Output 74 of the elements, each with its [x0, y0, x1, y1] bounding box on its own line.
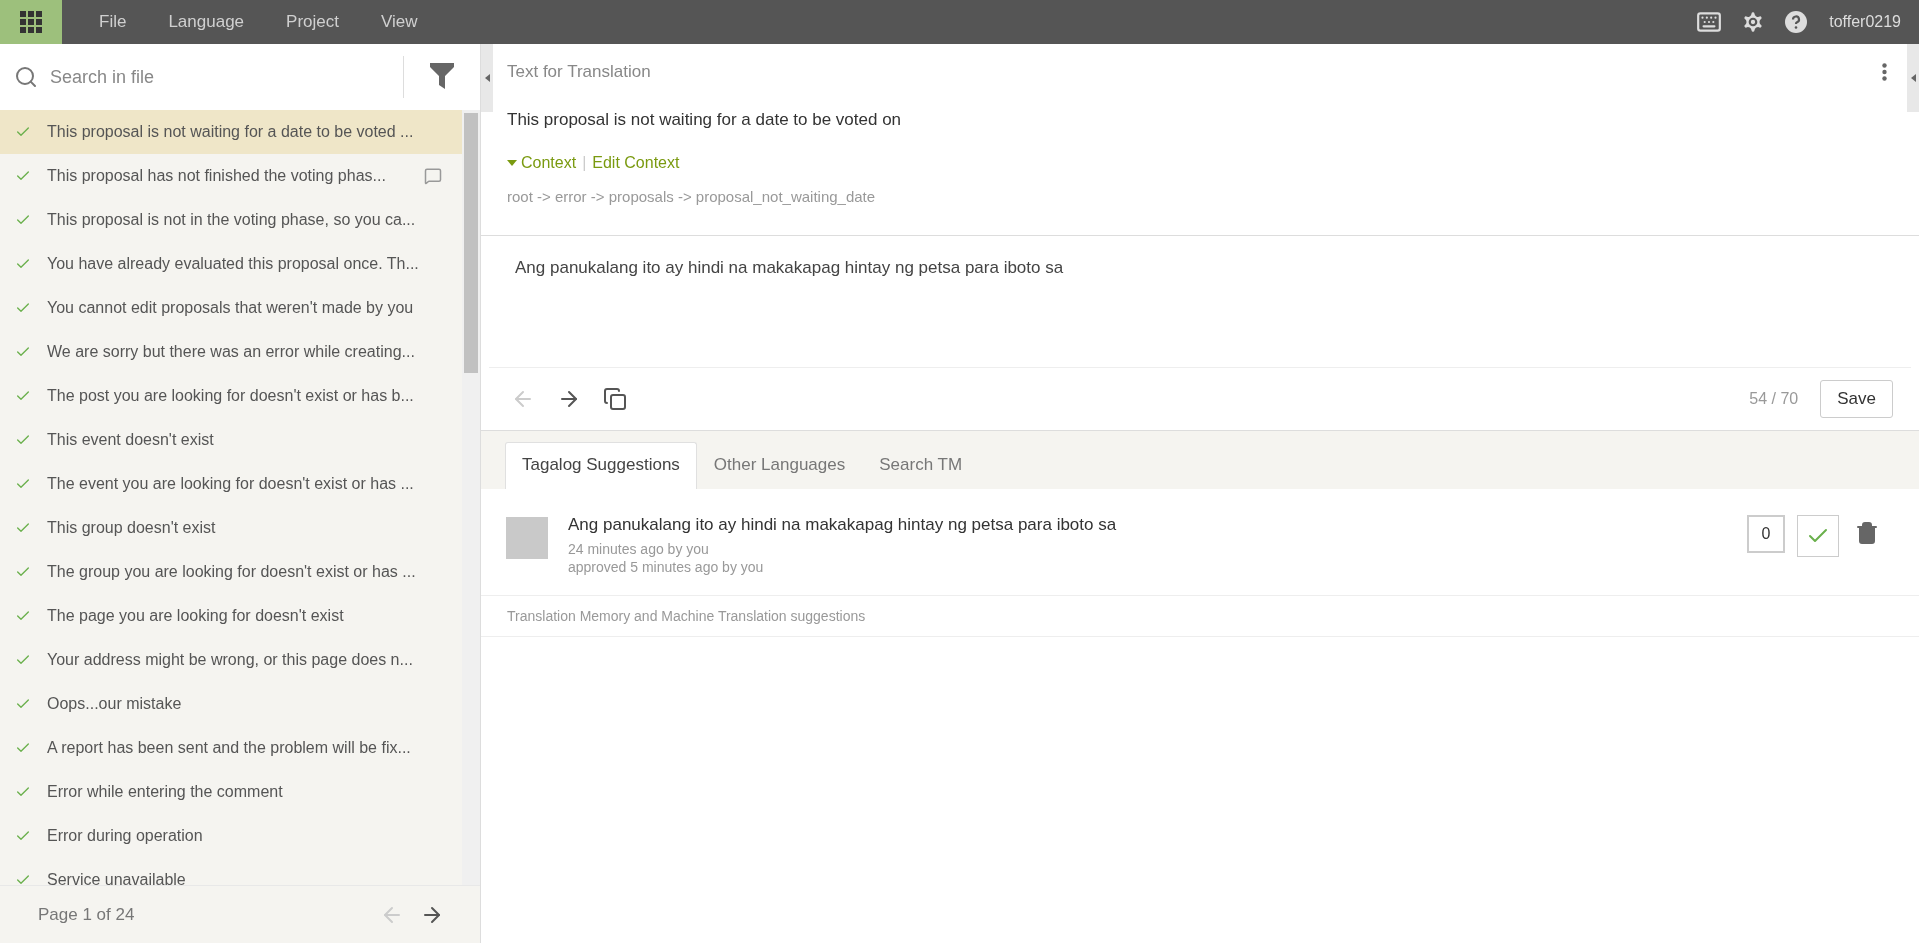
- string-text: This group doesn't exist: [47, 519, 217, 537]
- string-list-item[interactable]: The event you are looking for doesn't exist or has ...: [0, 462, 462, 506]
- more-icon: [1882, 63, 1887, 81]
- string-list-item[interactable]: Your address might be wrong, or this page does n...: [0, 638, 462, 682]
- string-text: The group you are looking for doesn't exist or has ...: [47, 563, 417, 581]
- string-text: This proposal is not in the voting phase, so you ca...: [47, 211, 417, 229]
- vote-count: 0: [1747, 515, 1785, 553]
- separator: |: [582, 154, 587, 172]
- string-text: The page you are looking for doesn't exist: [47, 607, 345, 625]
- scrollbar[interactable]: [462, 110, 480, 885]
- string-text: The post you are looking for doesn't exist or has b...: [47, 387, 415, 405]
- grid-icon: [20, 11, 42, 33]
- context-path: root -> error -> proposals -> proposal_not_waiting_date: [507, 188, 877, 205]
- menu-item[interactable]: Project: [265, 0, 360, 44]
- string-list-item[interactable]: The page you are looking for doesn't exist: [0, 594, 462, 638]
- string-text: This proposal is not waiting for a date to be voted ...: [47, 123, 415, 141]
- string-list-item[interactable]: The group you are looking for doesn't exist or has ...: [0, 550, 462, 594]
- string-list-item[interactable]: You have already evaluated this proposal once. Th...: [0, 242, 462, 286]
- string-text: A report has been sent and the problem will be fix...: [47, 739, 412, 757]
- string-list-item[interactable]: A report has been sent and the problem will be fix...: [0, 726, 462, 770]
- string-list-item[interactable]: The post you are looking for doesn't exist or has b...: [0, 374, 462, 418]
- page-label: Page 1 of 24: [38, 904, 136, 925]
- string-list-item[interactable]: Error during operation: [0, 814, 462, 858]
- menu-item[interactable]: View: [359, 0, 439, 44]
- string-text: Error while entering the comment: [47, 783, 284, 801]
- copy-icon: [603, 387, 627, 411]
- tab[interactable]: Other Languages: [696, 442, 863, 489]
- collapse-right-handle[interactable]: [1907, 44, 1919, 112]
- string-text: Error during operation: [47, 827, 204, 845]
- menu-item[interactable]: Language: [147, 0, 266, 44]
- triangle-icon: [507, 159, 517, 167]
- source-text: This proposal is not waiting for a date to be voted on: [507, 110, 903, 130]
- trash-icon: [1855, 521, 1879, 545]
- copy-source-button[interactable]: [603, 387, 627, 411]
- collapse-left-handle[interactable]: [481, 44, 493, 112]
- string-text: Your address might be wrong, or this page does n...: [47, 651, 414, 669]
- string-list-item[interactable]: This proposal is not in the voting phase, so you ca...: [0, 198, 462, 242]
- string-list-item[interactable]: Error while entering the comment: [0, 770, 462, 814]
- tab[interactable]: Search TM: [862, 442, 980, 489]
- apps-button[interactable]: [0, 0, 62, 44]
- save-button[interactable]: Save: [1820, 380, 1893, 418]
- string-list-item[interactable]: We are sorry but there was an error while creating...: [0, 330, 462, 374]
- suggestion-time: 24 minutes ago by you: [568, 541, 710, 557]
- string-text: We are sorry but there was an error while creating...: [47, 343, 416, 361]
- string-list-item[interactable]: This event doesn't exist: [0, 418, 462, 462]
- search-icon: [14, 65, 38, 89]
- left-triangle-icon: [484, 74, 490, 82]
- string-list-item[interactable]: This proposal is not waiting for a date to be voted ...: [0, 110, 462, 154]
- string-text: The event you are looking for doesn't exist or has ...: [47, 475, 415, 493]
- help-icon: [1784, 10, 1809, 34]
- scrollbar-thumb[interactable]: [464, 113, 478, 373]
- avatar-placeholder: [506, 517, 548, 559]
- keyboard-icon: [1696, 9, 1723, 35]
- approval-info: approved 5 minutes ago by you: [568, 559, 765, 575]
- string-text: Service unavailable: [47, 871, 187, 885]
- string-list-item[interactable]: Service unavailable: [0, 858, 462, 885]
- menu-item[interactable]: File: [78, 0, 148, 44]
- string-text: You have already evaluated this proposal once. Th...: [47, 255, 420, 273]
- filter-icon: [430, 63, 454, 91]
- string-text: You cannot edit proposals that weren't made by you: [47, 299, 415, 317]
- suggestion-text: Ang panukalang ito ay hindi na makakapag hintay ng petsa para iboto sa: [568, 515, 1118, 535]
- panel-title: Text for Translation: [506, 61, 652, 82]
- user-menu[interactable]: toffer0219: [1817, 0, 1919, 44]
- string-text: This proposal has not finished the voting phas...: [47, 167, 387, 185]
- string-list-item[interactable]: Oops...our mistake: [0, 682, 462, 726]
- string-list-item[interactable]: This proposal has not finished the voting phas...: [0, 154, 462, 198]
- string-list-item[interactable]: You cannot edit proposals that weren't made by you: [0, 286, 462, 330]
- string-text: Oops...our mistake: [47, 695, 183, 713]
- string-text: This event doesn't exist: [47, 431, 215, 449]
- tab[interactable]: Tagalog Suggestions: [505, 442, 697, 489]
- left-triangle-icon: [1910, 74, 1916, 82]
- section-heading: Translation Memory and Machine Translation suggestions: [481, 596, 1919, 637]
- character-counter: 54 / 70: [1749, 390, 1799, 408]
- string-list-item[interactable]: This group doesn't exist: [0, 506, 462, 550]
